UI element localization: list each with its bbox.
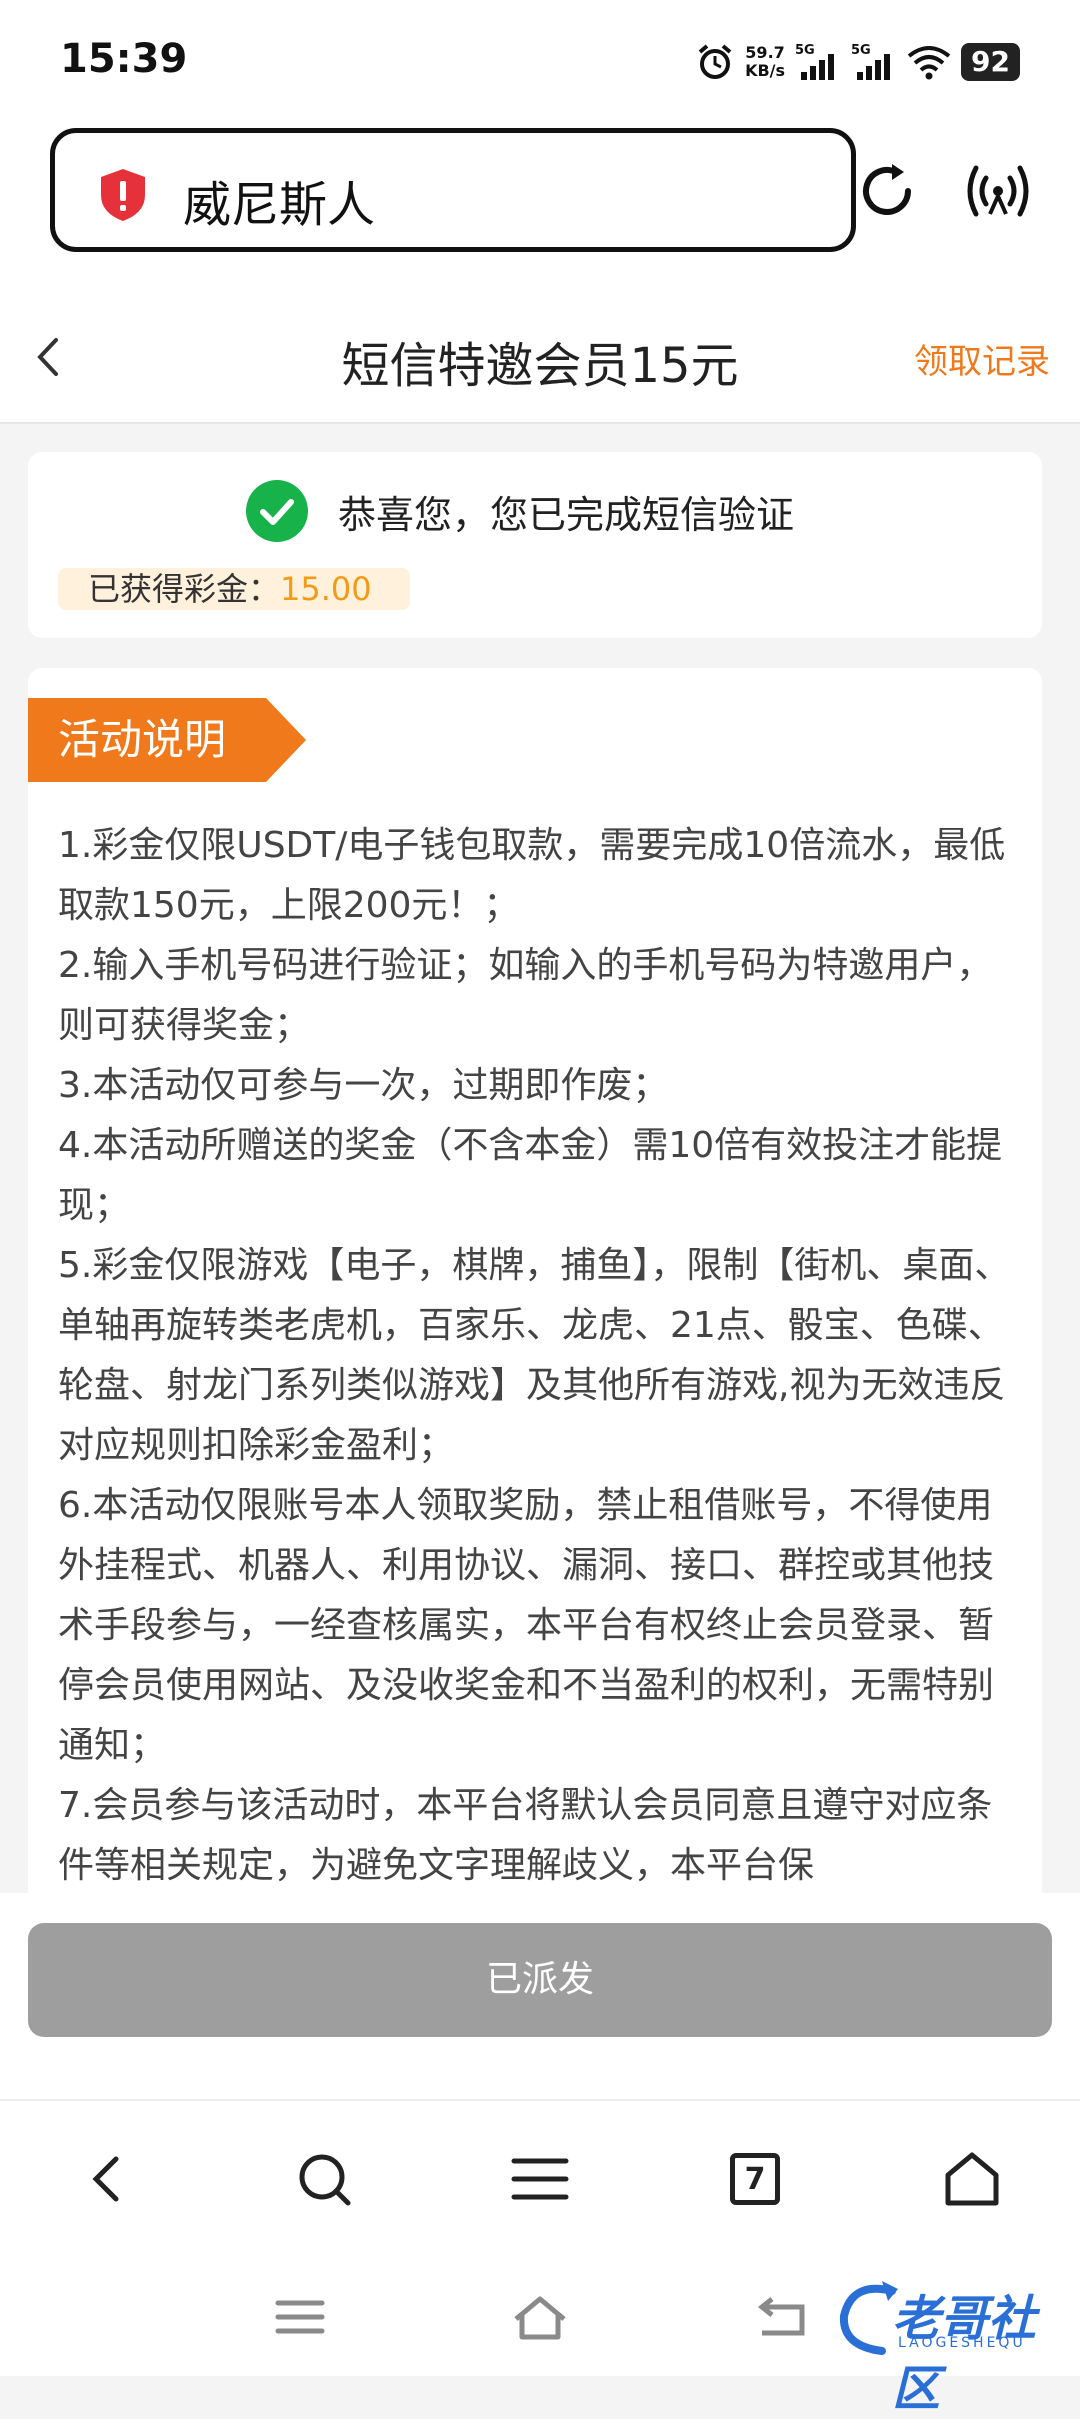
rules-list: 1.彩金仅限USDT/电子钱包取款，需要完成10倍流水，最低取款150元，上限2… xyxy=(58,816,1018,1896)
net-speed-unit: KB/s xyxy=(745,61,786,80)
wifi-icon xyxy=(907,46,951,80)
dispatched-button[interactable]: 已派发 xyxy=(28,1923,1052,2037)
url-box[interactable]: 威尼斯人 xyxy=(50,128,856,252)
status-bar: 15:39 59.7 KB/s 5G 5G 92 xyxy=(0,0,1080,120)
battery-indicator: 92 xyxy=(961,43,1020,81)
svg-text:5G: 5G xyxy=(851,43,871,58)
reward-badge: 已获得彩金：15.00 xyxy=(58,568,410,610)
broadcast-icon[interactable] xyxy=(958,156,1038,226)
security-shield-icon xyxy=(101,169,145,221)
system-navigation: 老哥社区 LAOGESHEQU xyxy=(0,2251,1080,2417)
check-circle-icon xyxy=(246,480,308,542)
status-icons: 59.7 KB/s 5G 5G 92 xyxy=(695,38,1020,86)
watermark-logo: 老哥社区 LAOGESHEQU xyxy=(832,2271,1062,2417)
search-icon[interactable] xyxy=(292,2147,356,2211)
net-speed-value: 59.7 xyxy=(745,43,785,62)
browser-toolbar: 7 xyxy=(0,2099,1080,2253)
rule-item: 5.彩金仅限游戏【电子，棋牌，捕鱼】，限制【街机、桌面、单轴再旋转类老虎机，百家… xyxy=(58,1245,1011,1466)
watermark-subtext: LAOGESHEQU xyxy=(898,2335,1026,2351)
status-time: 15:39 xyxy=(60,36,188,82)
system-back-icon[interactable] xyxy=(750,2291,810,2343)
rule-item: 2.输入手机号码进行验证；如输入的手机号码为特邀用户，则可获得奖金； xyxy=(58,945,993,1046)
menu-icon[interactable] xyxy=(508,2147,572,2211)
rule-item: 7.会员参与该活动时，本平台将默认会员同意且遵守对应条件等相关规定，为避免文字理… xyxy=(58,1785,993,1886)
activity-card: 活动说明 1.彩金仅限USDT/电子钱包取款，需要完成10倍流水，最低取款150… xyxy=(28,668,1042,1898)
reload-icon[interactable] xyxy=(852,156,922,226)
recent-apps-icon[interactable] xyxy=(270,2291,330,2343)
verification-message: 恭喜您，您已完成短信验证 xyxy=(338,493,795,537)
svg-text:5G: 5G xyxy=(795,43,815,58)
verification-card: 恭喜您，您已完成短信验证 已获得彩金：15.00 xyxy=(28,452,1042,638)
system-home-icon[interactable] xyxy=(510,2291,570,2343)
claim-record-link[interactable]: 领取记录 xyxy=(914,334,1050,383)
rule-item: 3.本活动仅可参与一次，过期即作废； xyxy=(58,1065,669,1106)
home-icon[interactable] xyxy=(940,2147,1004,2211)
signal-5g-icon-2: 5G xyxy=(851,43,891,80)
signal-5g-icon: 5G xyxy=(795,43,835,80)
page-header: 短信特邀会员15元 领取记录 xyxy=(0,290,1080,424)
tab-count: 7 xyxy=(730,2153,780,2205)
reward-label: 已获得彩金： xyxy=(88,570,281,608)
alarm-icon xyxy=(698,44,732,79)
reward-value: 15.00 xyxy=(280,570,372,608)
rule-item: 1.彩金仅限USDT/电子钱包取款，需要完成10倍流水，最低取款150元，上限2… xyxy=(58,825,1006,926)
net-speed: 59.7 KB/s xyxy=(745,44,785,80)
tab-switcher-button[interactable]: 7 xyxy=(730,2153,794,2217)
activity-heading: 活动说明 xyxy=(58,715,227,764)
back-icon[interactable] xyxy=(76,2147,140,2211)
browser-address-bar: 威尼斯人 xyxy=(0,120,1080,290)
rule-item: 4.本活动所赠送的奖金（不含本金）需10倍有效投注才能提现； xyxy=(58,1125,1003,1226)
action-area: 已派发 xyxy=(0,1893,1080,2099)
rule-item: 6.本活动仅限账号本人领取奖励，禁止租借账号，不得使用外挂程式、机器人、利用协议… xyxy=(58,1485,995,1766)
url-title: 威尼斯人 xyxy=(183,177,376,233)
